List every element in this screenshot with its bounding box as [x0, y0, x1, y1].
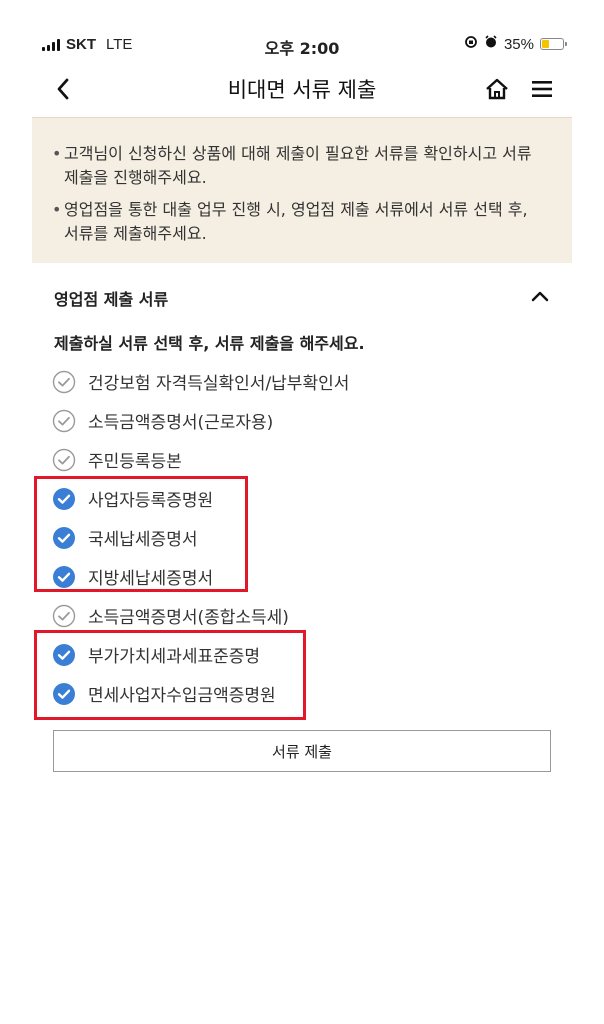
document-label: 지방세납세증명서 — [88, 569, 214, 589]
document-label: 부가가치세과세표준증명 — [88, 647, 261, 667]
collapse-button[interactable] — [526, 282, 554, 310]
check-circle-icon[interactable] — [52, 448, 76, 472]
document-item[interactable]: 건강보험 자격득실확인서/납부확인서 — [52, 362, 552, 401]
document-label: 건강보험 자격득실확인서/납부확인서 — [88, 374, 350, 394]
document-item[interactable]: 부가가치세과세표준증명 — [52, 635, 552, 674]
document-label: 면세사업자수입금액증명원 — [88, 686, 276, 706]
orientation-lock-icon — [464, 35, 478, 53]
battery-fill — [542, 40, 549, 48]
notice-box: 고객님이 신청하신 상품에 대해 제출이 필요한 서류를 확인하시고 서류 제출… — [32, 117, 572, 263]
status-right: 35% — [464, 35, 567, 53]
check-circle-icon[interactable] — [52, 604, 76, 628]
document-label: 국세납세증명서 — [88, 530, 198, 550]
document-label: 사업자등록증명원 — [88, 491, 214, 511]
battery-icon — [540, 38, 567, 50]
check-circle-icon[interactable] — [52, 409, 76, 433]
chevron-up-icon — [531, 291, 549, 302]
hamburger-menu-icon — [532, 81, 552, 97]
check-circle-icon[interactable] — [52, 526, 76, 550]
document-label: 주민등록등본 — [88, 452, 182, 472]
home-icon — [486, 78, 508, 100]
menu-button[interactable] — [527, 74, 557, 104]
check-circle-icon[interactable] — [52, 682, 76, 706]
document-list: 건강보험 자격득실확인서/납부확인서 소득금액증명서(근로자용) 주민등록등본 … — [52, 362, 552, 713]
check-circle-icon[interactable] — [52, 487, 76, 511]
section-header-branch-documents[interactable]: 영업점 제출 서류 — [54, 278, 554, 314]
check-circle-icon[interactable] — [52, 643, 76, 667]
document-item[interactable]: 소득금액증명서(종합소득세) — [52, 596, 552, 635]
document-item[interactable]: 소득금액증명서(근로자용) — [52, 401, 552, 440]
notice-item: 고객님이 신청하신 상품에 대해 제출이 필요한 서류를 확인하시고 서류 제출… — [52, 142, 546, 190]
document-label: 소득금액증명서(근로자용) — [88, 413, 274, 433]
page-title: 비대면 서류 제출 — [227, 78, 377, 102]
instruction-text: 제출하실 서류 선택 후, 서류 제출을 해주세요. — [54, 334, 365, 353]
app-header: 비대면 서류 제출 — [0, 62, 604, 116]
document-label: 소득금액증명서(종합소득세) — [88, 608, 289, 628]
submit-documents-button[interactable]: 서류 제출 — [53, 730, 551, 772]
check-circle-icon[interactable] — [52, 370, 76, 394]
document-item[interactable]: 지방세납세증명서 — [52, 557, 552, 596]
battery-percent: 35% — [503, 35, 534, 53]
notice-item: 영업점을 통한 대출 업무 진행 시, 영업점 제출 서류에서 서류 선택 후,… — [52, 198, 546, 246]
document-item[interactable]: 사업자등록증명원 — [52, 479, 552, 518]
alarm-icon — [484, 35, 498, 53]
check-circle-icon[interactable] — [52, 565, 76, 589]
home-button[interactable] — [482, 74, 512, 104]
document-item[interactable]: 국세납세증명서 — [52, 518, 552, 557]
document-item[interactable]: 주민등록등본 — [52, 440, 552, 479]
document-item[interactable]: 면세사업자수입금액증명원 — [52, 674, 552, 713]
section-title: 영업점 제출 서류 — [54, 290, 169, 309]
